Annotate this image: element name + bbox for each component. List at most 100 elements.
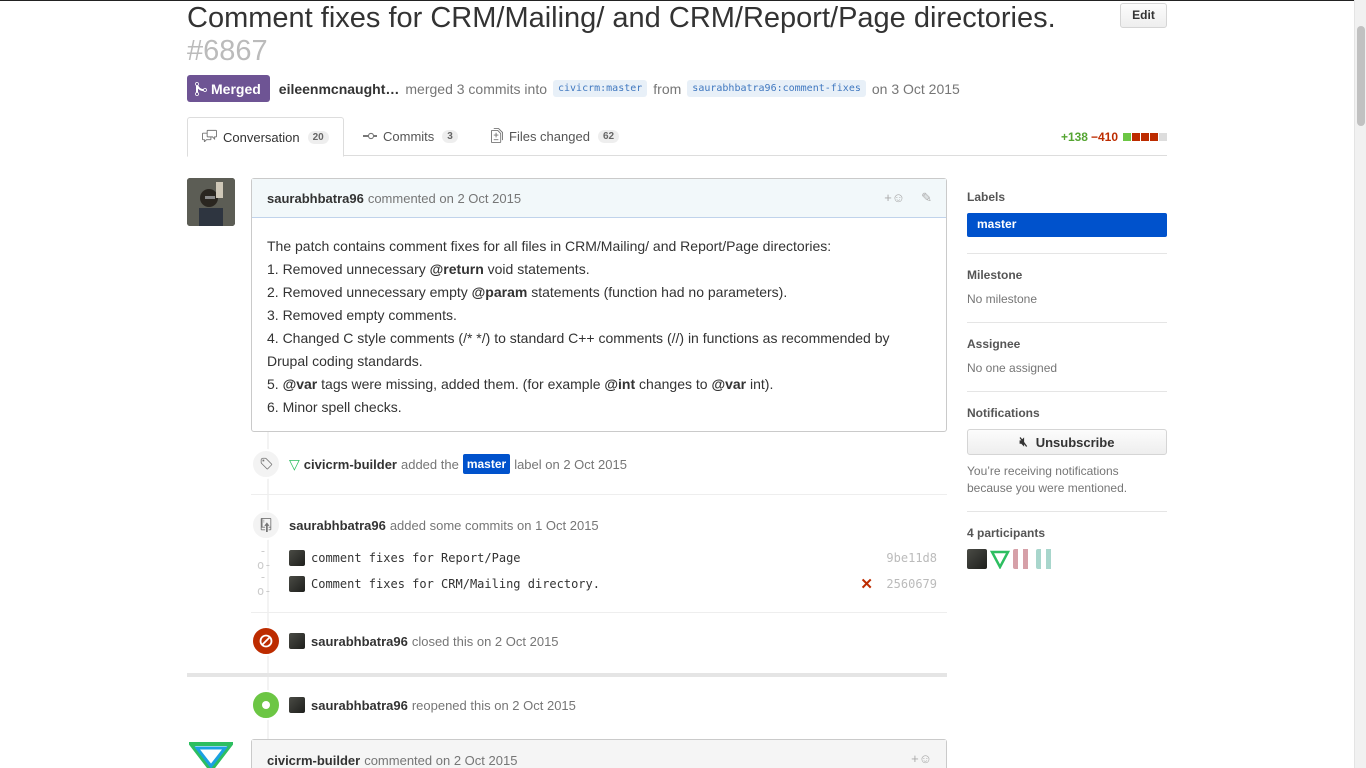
- bot-logo-icon: ▽: [289, 455, 300, 472]
- add-reaction-icon[interactable]: +☺: [884, 190, 905, 206]
- diffstat-block-neutral: [1159, 133, 1167, 141]
- primitive-dot-icon: [251, 690, 281, 720]
- labels-title[interactable]: Labels: [967, 190, 1167, 204]
- event-text: added the: [400, 456, 459, 472]
- divider: [251, 494, 947, 495]
- comment-header: civicrm-builder commented on 2 Oct 2015 …: [252, 740, 946, 768]
- comment-author[interactable]: civicrm-builder: [267, 753, 360, 768]
- avatar[interactable]: [187, 178, 235, 226]
- top-border: [0, 0, 1366, 1]
- event-actor[interactable]: saurabhbatra96: [289, 518, 386, 533]
- event-text: label on 2 Oct 2015: [514, 456, 627, 472]
- avatar[interactable]: [989, 549, 1011, 570]
- commit-message[interactable]: comment fixes for Report/Page: [311, 551, 521, 565]
- comment-body: The patch contains comment fixes for all…: [252, 218, 946, 419]
- commit-message[interactable]: Comment fixes for CRM/Mailing directory.: [311, 577, 600, 591]
- milestone-section: Milestone No milestone: [967, 268, 1167, 323]
- merged-text: merged 3 commits into: [405, 80, 547, 97]
- diffstat-block-deleted: [1132, 133, 1140, 141]
- comment-discussion-icon: [202, 129, 217, 145]
- divider: [251, 612, 947, 613]
- assignee-section: Assignee No one assigned: [967, 337, 1167, 392]
- head-branch-ref[interactable]: saurabhbatra96:comment-fixes: [687, 80, 866, 97]
- event-actor[interactable]: saurabhbatra96: [311, 698, 408, 713]
- commit-sha[interactable]: 2560679: [886, 577, 937, 591]
- tab-commits[interactable]: Commits 3: [349, 117, 472, 156]
- avatar[interactable]: [289, 633, 305, 649]
- commit-row: -o- Comment fixes for CRM/Mailing direct…: [257, 570, 945, 598]
- participants-title: 4 participants: [967, 526, 1046, 540]
- comment-line: The patch contains comment fixes for all…: [267, 238, 832, 254]
- comment-author[interactable]: saurabhbatra96: [267, 191, 364, 206]
- unsubscribe-label: Unsubscribe: [1035, 434, 1115, 450]
- tab-files-changed[interactable]: Files changed 62: [477, 117, 633, 156]
- event-text: closed this on 2 Oct 2015: [411, 633, 559, 649]
- avatar[interactable]: [289, 550, 305, 566]
- tab-conversation[interactable]: Conversation 20: [187, 117, 344, 157]
- bot-logo-icon[interactable]: [186, 740, 236, 768]
- merge-date: on 3 Oct 2015: [871, 80, 960, 97]
- scrollbar[interactable]: [1354, 0, 1366, 768]
- avatar[interactable]: [1036, 549, 1056, 569]
- comment-line: 3. Removed empty comments.: [267, 307, 457, 323]
- divider: [187, 673, 947, 677]
- tab-conversation-count: 20: [307, 130, 329, 144]
- label-badge[interactable]: master: [462, 454, 511, 474]
- merger-link[interactable]: eileenmcnaught…: [279, 81, 400, 97]
- comment-action: commented: [367, 190, 436, 206]
- label-badge[interactable]: master: [967, 213, 1167, 237]
- merged-state-badge: Merged: [187, 75, 270, 102]
- reopened-event: saurabhbatra96 reopened this on 2 Oct 20…: [251, 690, 576, 720]
- file-diff-icon: [491, 127, 503, 146]
- unsubscribe-button[interactable]: 🔇︎ Unsubscribe: [967, 429, 1167, 455]
- comment-date[interactable]: on 2 Oct 2015: [436, 753, 518, 768]
- comment-date[interactable]: on 2 Oct 2015: [439, 191, 521, 206]
- label-event: ▽ civicrm-builder added the master label…: [251, 449, 627, 479]
- diffstat[interactable]: +138 −410: [1061, 130, 1167, 144]
- comment-line: 6. Minor spell checks.: [267, 399, 402, 415]
- avatar[interactable]: [289, 697, 305, 713]
- labels-section: Labels master: [967, 190, 1167, 254]
- tag-icon: [251, 449, 281, 479]
- base-branch-ref[interactable]: civicrm:master: [553, 80, 648, 97]
- edit-button[interactable]: Edit: [1120, 3, 1167, 28]
- scrollbar-thumb[interactable]: [1357, 26, 1365, 126]
- git-merge-icon: [195, 81, 207, 96]
- milestone-value: No milestone: [967, 292, 1038, 306]
- add-reaction-icon[interactable]: +☺: [911, 751, 932, 766]
- pr-sidebar: Labels master Milestone No milestone Ass…: [967, 190, 1167, 570]
- tab-commits-label: Commits: [383, 129, 435, 144]
- diffstat-block-deleted: [1141, 133, 1149, 141]
- assignee-value: No one assigned: [967, 361, 1058, 375]
- commit-sha[interactable]: 9be11d8: [886, 551, 937, 565]
- user-photo-icon: [187, 178, 235, 226]
- comment-action: commented: [364, 752, 433, 768]
- x-icon[interactable]: ✕: [860, 575, 873, 593]
- comment-line: 1. Removed unnecessary @return void stat…: [267, 261, 590, 277]
- pr-number: #6867: [187, 35, 268, 67]
- pr-tabs: Conversation 20 Commits 3 Files changed …: [187, 117, 1167, 157]
- merged-state-label: Merged: [211, 80, 261, 97]
- git-commit-icon: [363, 129, 377, 144]
- comment-line: 2. Removed unnecessary empty @param stat…: [267, 284, 788, 300]
- tab-files-count: 62: [597, 130, 620, 143]
- page-title: Comment fixes for CRM/Mailing/ and CRM/R…: [187, 2, 1107, 68]
- closed-event: saurabhbatra96 closed this on 2 Oct 2015: [251, 626, 559, 656]
- commits-event: saurabhbatra96 added some commits on 1 O…: [251, 510, 599, 540]
- avatar[interactable]: [289, 576, 305, 592]
- milestone-title[interactable]: Milestone: [967, 268, 1167, 282]
- commit-row: -o- comment fixes for Report/Page 9be11d…: [257, 544, 945, 572]
- tab-conversation-label: Conversation: [223, 129, 300, 145]
- pr-title: Comment fixes for CRM/Mailing/ and CRM/R…: [187, 2, 1056, 34]
- repo-push-icon: [251, 510, 281, 540]
- participants-section: 4 participants: [967, 526, 1167, 570]
- assignee-title[interactable]: Assignee: [967, 337, 1167, 351]
- pencil-icon[interactable]: ✎: [921, 190, 932, 206]
- event-actor[interactable]: saurabhbatra96: [311, 634, 408, 649]
- avatar[interactable]: [967, 549, 987, 569]
- event-actor[interactable]: civicrm-builder: [304, 457, 397, 472]
- diffstat-additions: +138: [1060, 130, 1088, 144]
- avatar[interactable]: [1013, 549, 1033, 569]
- event-text: added some commits on 1 Oct 2015: [389, 517, 599, 533]
- diffstat-block-deleted: [1150, 133, 1158, 141]
